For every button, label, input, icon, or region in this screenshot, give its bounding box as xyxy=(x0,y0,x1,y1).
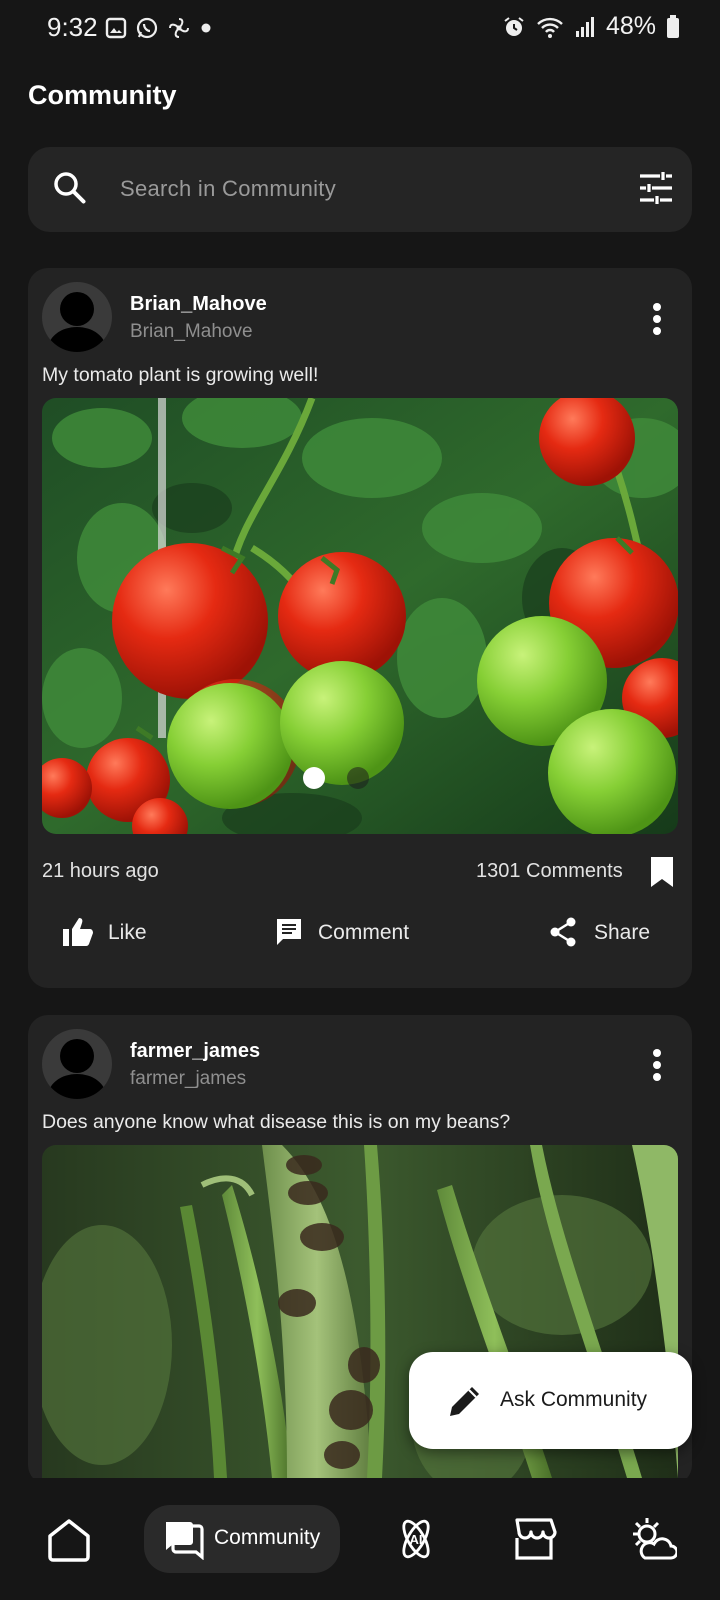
weather-icon[interactable] xyxy=(629,1516,677,1562)
svg-text:AI: AI xyxy=(410,1532,423,1547)
comment-button[interactable]: Comment xyxy=(318,921,409,945)
home-icon[interactable] xyxy=(46,1518,92,1562)
signal-icon xyxy=(575,16,594,37)
post-text: My tomato plant is growing well! xyxy=(42,364,319,386)
battery-icon xyxy=(667,14,679,38)
share-button[interactable]: Share xyxy=(594,921,650,945)
avatar[interactable] xyxy=(42,1029,112,1099)
comment-count[interactable]: 1301 Comments xyxy=(476,860,623,883)
status-bar: 9:32 48% xyxy=(0,0,720,58)
post-handle: farmer_james xyxy=(130,1068,247,1089)
gallery-icon xyxy=(105,17,127,39)
alarm-icon xyxy=(504,16,524,36)
bottom-navigation xyxy=(0,1478,720,1600)
tomato-photo xyxy=(42,398,678,834)
store-icon[interactable] xyxy=(511,1518,557,1562)
nav-label-community[interactable]: Community xyxy=(214,1526,320,1550)
status-notification-icons xyxy=(105,16,213,40)
search-icon[interactable] xyxy=(52,170,88,206)
community-chat-icon[interactable] xyxy=(163,1520,205,1560)
pencil-icon[interactable] xyxy=(448,1384,482,1418)
bookmark-icon[interactable] xyxy=(650,856,674,888)
post-handle: Brian_Mahove xyxy=(130,321,253,342)
ai-atom-icon[interactable]: AI xyxy=(393,1516,439,1562)
pinwheel-icon xyxy=(169,18,189,38)
dot-icon xyxy=(201,23,211,33)
like-button[interactable]: Like xyxy=(108,921,147,945)
comment-icon[interactable] xyxy=(275,917,303,947)
post-username[interactable]: Brian_Mahove xyxy=(130,293,267,316)
filter-sliders-icon[interactable] xyxy=(639,172,673,204)
whatsapp-icon xyxy=(136,17,158,39)
user-placeholder-icon xyxy=(48,292,106,352)
post-username[interactable]: farmer_james xyxy=(130,1040,260,1063)
avatar[interactable] xyxy=(42,282,112,352)
more-vert-icon[interactable] xyxy=(651,302,663,336)
more-vert-icon[interactable] xyxy=(651,1048,663,1082)
thumbs-up-icon[interactable] xyxy=(62,917,94,947)
post-time: 21 hours ago xyxy=(42,860,159,882)
post-text: Does anyone know what disease this is on… xyxy=(42,1111,511,1133)
status-time: 9:32 xyxy=(47,12,98,42)
page-title: Community xyxy=(28,80,177,110)
post-image[interactable] xyxy=(42,398,678,834)
carousel-dot-active[interactable] xyxy=(303,767,325,789)
carousel-dot[interactable] xyxy=(347,767,369,789)
search-input[interactable]: Search in Community xyxy=(120,176,336,202)
status-system-icons: 48% xyxy=(502,12,680,41)
share-icon[interactable] xyxy=(549,917,577,947)
ask-community-label[interactable]: Ask Community xyxy=(500,1388,647,1412)
wifi-icon xyxy=(537,17,563,38)
battery-percent: 48% xyxy=(605,12,656,40)
user-placeholder-icon xyxy=(48,1039,106,1099)
